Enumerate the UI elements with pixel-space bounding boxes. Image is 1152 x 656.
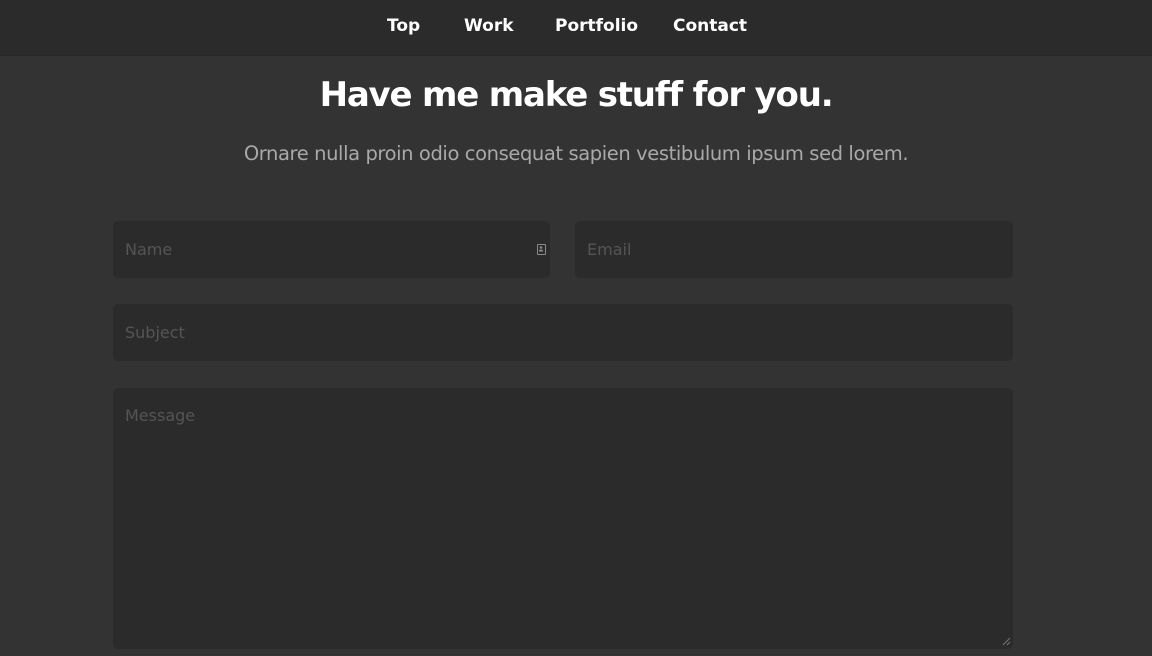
resize-grip-icon[interactable] <box>1001 636 1011 646</box>
message-field[interactable] <box>113 388 1013 649</box>
nav-link-work[interactable]: Work <box>464 15 514 37</box>
page-subtitle: Ornare nulla proin odio consequat sapien… <box>243 142 909 165</box>
top-nav: Top Work Portfolio Contact <box>0 0 1152 55</box>
contact-card-icon <box>537 244 546 255</box>
nav-link-contact[interactable]: Contact <box>673 15 747 37</box>
page-title: Have me make stuff for you. <box>319 75 834 115</box>
nav-link-portfolio[interactable]: Portfolio <box>555 15 638 37</box>
nav-link-top[interactable]: Top <box>387 15 420 37</box>
subject-field[interactable] <box>113 304 1013 361</box>
email-field[interactable] <box>575 221 1013 278</box>
name-field[interactable] <box>113 221 550 278</box>
